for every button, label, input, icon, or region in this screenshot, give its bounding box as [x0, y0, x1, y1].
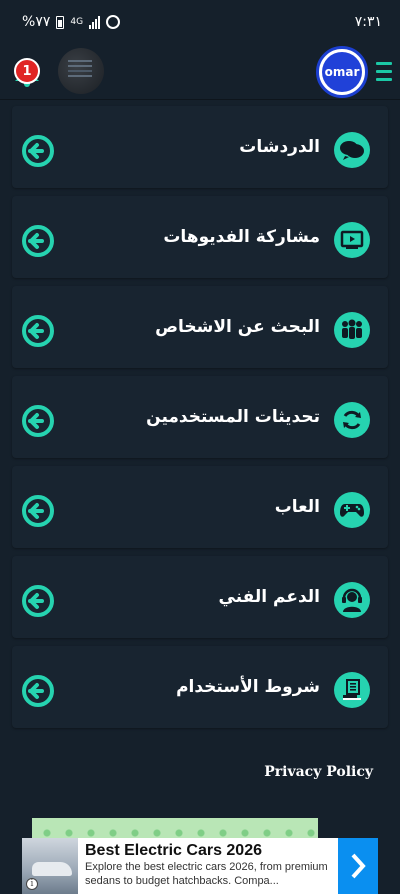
- ad-thumbnail[interactable]: i: [22, 838, 78, 894]
- chat-bubbles-icon: [334, 132, 370, 168]
- people-group-icon: [334, 312, 370, 348]
- terms-document-icon: [334, 672, 370, 708]
- menu-item-user-updates[interactable]: تحديثات المستخدمين: [12, 376, 388, 458]
- ad-info-icon[interactable]: i: [26, 878, 38, 890]
- menu-item-games[interactable]: العاب: [12, 466, 388, 548]
- menu-item-label: تحديثات المستخدمين: [146, 407, 320, 427]
- gamepad-icon: [334, 492, 370, 528]
- app-logo: omar: [316, 46, 368, 98]
- menu-item-chats[interactable]: الدردشات: [12, 106, 388, 188]
- status-bar: %٧٧ 4G ٧:٣١: [0, 0, 400, 44]
- menu-item-label: الدردشات: [239, 137, 320, 157]
- status-left: %٧٧ 4G: [22, 14, 121, 30]
- avatar[interactable]: [58, 48, 104, 94]
- arrow-enter-icon: [22, 585, 54, 617]
- menu-list: الدردشات مشاركة الفديوهات البحث عن الاشخ…: [12, 106, 388, 736]
- support-agent-icon: [334, 582, 370, 618]
- ad-open-button[interactable]: [338, 838, 378, 894]
- ad-banner-image[interactable]: [32, 818, 318, 840]
- clock: ٧:٣١: [354, 14, 382, 30]
- arrow-enter-icon: [22, 225, 54, 257]
- refresh-icon: [334, 402, 370, 438]
- privacy-policy-link[interactable]: Privacy Policy: [264, 764, 373, 780]
- arrow-enter-icon: [22, 135, 54, 167]
- menu-item-label: الدعم الفني: [218, 587, 320, 607]
- menu-item-label: البحث عن الاشخاص: [155, 317, 320, 337]
- arrow-enter-icon: [22, 675, 54, 707]
- battery-icon: [56, 15, 65, 29]
- arrow-enter-icon: [22, 405, 54, 437]
- ad-banner[interactable]: i Best Electric Cars 2026 Explore the be…: [22, 838, 378, 894]
- chevron-right-icon: [351, 853, 366, 879]
- arrow-enter-icon: [22, 495, 54, 527]
- arrow-enter-icon: [22, 315, 54, 347]
- notification-badge: 1: [14, 58, 40, 84]
- menu-item-label: العاب: [274, 497, 320, 517]
- ad-text[interactable]: Best Electric Cars 2026 Explore the best…: [78, 838, 338, 894]
- logo-badge: omar: [322, 52, 362, 92]
- ad-title: Best Electric Cars 2026: [85, 842, 262, 859]
- signal-icon: [89, 15, 101, 29]
- notifications-button[interactable]: 1: [12, 54, 42, 88]
- network-type: 4G: [70, 17, 84, 27]
- battery-percent: %٧٧: [22, 14, 51, 30]
- menu-item-video-sharing[interactable]: مشاركة الفديوهات: [12, 196, 388, 278]
- menu-item-support[interactable]: الدعم الفني: [12, 556, 388, 638]
- menu-item-people-search[interactable]: البحث عن الاشخاص: [12, 286, 388, 368]
- app-header: 1 omar: [0, 44, 400, 100]
- logo-text: omar: [324, 65, 360, 79]
- menu-item-terms[interactable]: شروط الأستخدام: [12, 646, 388, 728]
- ad-description: Explore the best electric cars 2026, fro…: [85, 861, 328, 887]
- hamburger-menu-icon[interactable]: [376, 62, 392, 82]
- alarm-icon: [106, 15, 121, 29]
- menu-item-label: مشاركة الفديوهات: [163, 227, 320, 247]
- menu-item-label: شروط الأستخدام: [176, 677, 320, 697]
- video-play-icon: [334, 222, 370, 258]
